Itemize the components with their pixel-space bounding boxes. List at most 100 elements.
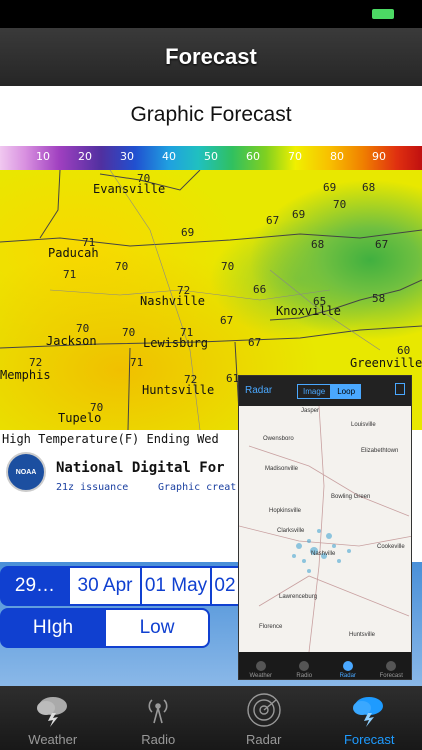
radar-thumb-loop: Loop <box>331 384 362 399</box>
map-temp: 58 <box>372 292 386 305</box>
map-temp: 67 <box>375 238 389 251</box>
tab-forecast[interactable]: Forecast <box>317 686 422 750</box>
radar-place: Lawrenceburg <box>279 594 318 600</box>
ndfd-credit: Graphic creat <box>158 482 237 493</box>
navigation-bar: Forecast <box>0 28 422 86</box>
radar-thumb-tab: Radar <box>326 652 370 679</box>
scale-label: 30 <box>120 150 134 163</box>
noaa-logo-text: NOAA <box>15 468 37 476</box>
map-city: Memphis <box>0 368 51 382</box>
radar-thumb-tab-label: Radar <box>339 673 356 679</box>
radar-place: Bowling Green <box>331 494 371 500</box>
high-low-selector: HIgh Low <box>0 608 210 648</box>
map-temp: 70 <box>137 172 151 185</box>
radar-thumb-image: Image <box>297 384 332 399</box>
radar-thumb-tabbar: Weather Radio Radar Forecast <box>239 652 411 679</box>
radar-place: Cookeville <box>377 544 405 550</box>
tab-weather[interactable]: Weather <box>0 686 106 750</box>
tab-label: Radar <box>246 732 282 747</box>
tab-bar: Weather Radio Radar Forecast <box>0 686 422 750</box>
scale-label: 80 <box>330 150 344 163</box>
radar-thumb-tab-label: Radio <box>296 673 313 679</box>
map-temp: 72 <box>29 356 43 369</box>
map-city: Greenville <box>350 356 422 370</box>
scale-label: 70 <box>288 150 302 163</box>
radar-thumb-tab: Radio <box>283 652 327 679</box>
tab-label: Radio <box>141 732 176 747</box>
storm-cloud-icon <box>33 692 73 728</box>
storm-cloud-icon <box>349 692 389 728</box>
map-temp: 71 <box>130 356 144 369</box>
radar-place: Elizabethtown <box>361 448 399 454</box>
date-option[interactable]: 02 <box>210 566 240 606</box>
ndfd-title: National Digital For <box>56 460 225 476</box>
map-temp: 60 <box>397 344 411 357</box>
map-temp: 70 <box>333 198 347 211</box>
map-temp: 70 <box>122 326 136 339</box>
map-temp: 65 <box>313 295 327 308</box>
map-temp: 70 <box>90 401 104 414</box>
radar-place: Jasper <box>301 408 320 414</box>
tab-label: Weather <box>28 732 78 747</box>
map-temp: 71 <box>63 268 77 281</box>
cloud-icon <box>255 661 266 671</box>
low-option[interactable]: Low <box>104 608 210 648</box>
map-temp: 67 <box>248 336 262 349</box>
date-option[interactable]: 29… <box>0 566 70 606</box>
map-temp: 70 <box>115 260 129 273</box>
radar-place: Owensboro <box>263 436 294 442</box>
map-temp: 71 <box>82 236 96 249</box>
radar-place: Louisville <box>351 422 376 428</box>
radar-thumb-tab-label: Forecast <box>379 673 403 679</box>
map-temp: 68 <box>311 238 325 251</box>
nav-title: Forecast <box>165 44 257 69</box>
radar-place: Florence <box>259 624 283 630</box>
radar-thumb-roads <box>239 406 411 652</box>
page-heading: Graphic Forecast <box>130 103 292 126</box>
ndfd-issuance: 21z issuance <box>56 482 129 493</box>
status-bar <box>0 0 422 28</box>
date-option[interactable]: 30 Apr <box>68 566 142 606</box>
map-city: Jackson <box>46 334 97 348</box>
radar-place: Clarksville <box>277 528 305 534</box>
scale-label: 20 <box>78 150 92 163</box>
map-temp: 67 <box>266 214 280 227</box>
map-temp: 72 <box>184 373 198 386</box>
radar-screenshot-overlay: Radar Image Loop Jasper Louisville Owens… <box>238 375 412 680</box>
map-city: Nashville <box>140 294 206 308</box>
radio-icon <box>299 661 310 671</box>
tab-radio[interactable]: Radio <box>106 686 212 750</box>
share-icon <box>395 383 405 395</box>
map-caption: High Temperature(F) Ending Wed <box>2 432 219 446</box>
scale-label: 60 <box>246 150 260 163</box>
radar-place: Hopkinsville <box>269 508 302 514</box>
radar-place: Nashville <box>311 551 336 557</box>
radio-icon <box>138 692 178 728</box>
scale-label: 40 <box>162 150 176 163</box>
noaa-logo: NOAA <box>6 452 46 492</box>
radar-icon <box>342 661 353 671</box>
temperature-color-scale: 10 20 30 40 50 60 70 80 90 <box>0 146 422 170</box>
map-temp: 67 <box>220 314 234 327</box>
map-temp: 71 <box>180 326 194 339</box>
storm-icon <box>386 661 397 671</box>
date-option[interactable]: 01 May <box>140 566 212 606</box>
map-temp: 69 <box>181 226 195 239</box>
tab-radar[interactable]: Radar <box>211 686 317 750</box>
date-selector: 29… 30 Apr 01 May 02 <box>0 566 240 606</box>
map-city: Huntsville <box>142 383 215 397</box>
battery-icon <box>372 9 394 19</box>
radar-thumb-header: Radar Image Loop <box>239 376 411 406</box>
scale-label: 50 <box>204 150 218 163</box>
radar-thumb-back: Radar <box>245 385 273 396</box>
map-temp: 70 <box>76 322 90 335</box>
high-option[interactable]: HIgh <box>0 608 106 648</box>
radar-icon <box>244 692 284 728</box>
map-temp: 66 <box>253 283 267 296</box>
map-temp: 69 <box>323 181 337 194</box>
radar-thumb-map: Jasper Louisville Owensboro Elizabethtow… <box>239 406 411 652</box>
map-temp: 70 <box>221 260 235 273</box>
map-temp: 69 <box>292 208 306 221</box>
scale-label: 90 <box>372 150 386 163</box>
map-temp: 68 <box>362 181 376 194</box>
